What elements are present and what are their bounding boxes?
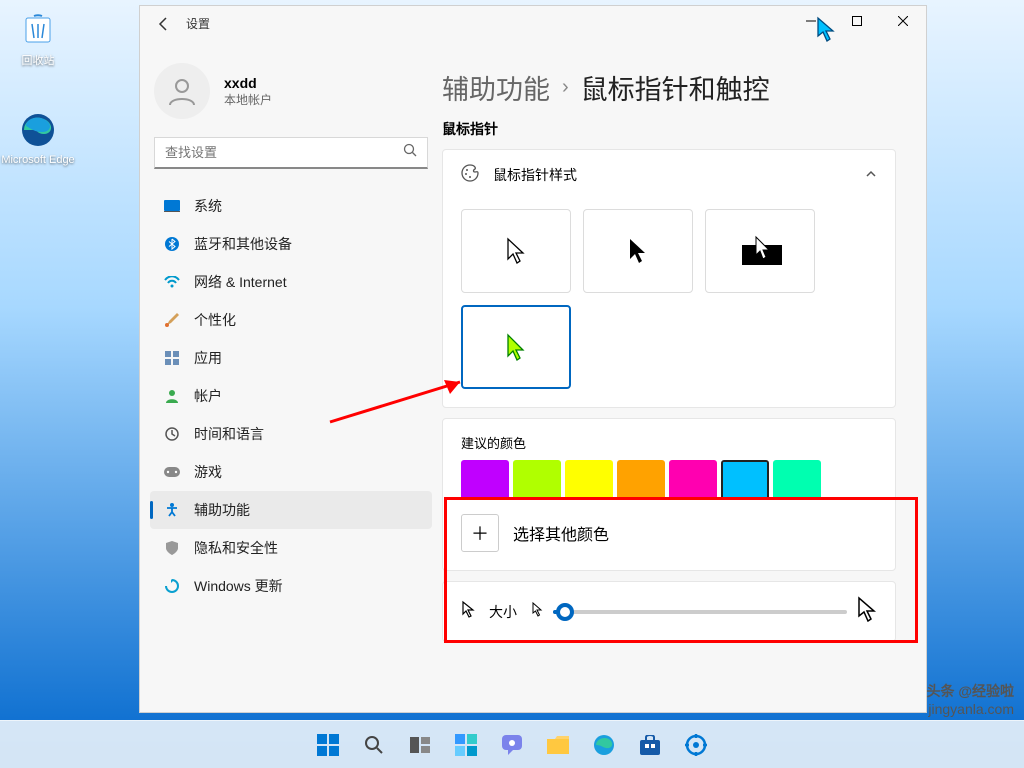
- account-name: xxdd: [224, 75, 272, 91]
- titlebar: 设置: [140, 6, 926, 48]
- desktop-icon-label: 回收站: [0, 52, 76, 68]
- wifi-icon: [164, 274, 180, 290]
- color-swatch-2[interactable]: [565, 460, 613, 500]
- desktop-icon-edge[interactable]: Microsoft Edge: [0, 110, 76, 166]
- size-slider[interactable]: [553, 610, 847, 614]
- content-area: 辅助功能 › 鼠标指针和触控 鼠标指针 鼠标指针样式: [442, 48, 926, 712]
- desktop-icon-label: Microsoft Edge: [0, 154, 76, 166]
- cursor-small-icon: [461, 600, 475, 623]
- breadcrumb-parent[interactable]: 辅助功能: [442, 68, 550, 107]
- breadcrumb-current: 鼠标指针和触控: [581, 68, 770, 107]
- chevron-right-icon: ›: [562, 76, 569, 99]
- pointer-size-card: 大小: [442, 581, 896, 642]
- gamepad-icon: [164, 464, 180, 480]
- color-swatches: [461, 460, 877, 500]
- nav-item-network[interactable]: 网络 & Internet: [150, 263, 432, 301]
- nav-item-personalize[interactable]: 个性化: [150, 301, 432, 339]
- person-icon: [164, 388, 180, 404]
- edge-icon: [18, 110, 58, 150]
- search-box[interactable]: [154, 137, 428, 169]
- avatar-icon: [154, 63, 210, 119]
- colors-label: 建议的颜色: [461, 433, 877, 452]
- color-swatch-4[interactable]: [669, 460, 717, 500]
- nav-list: 系统 蓝牙和其他设备 网络 & Internet 个性化 应用 帐户 时间和语言…: [146, 187, 436, 605]
- suggested-colors-card: 建议的颜色 ＋ 选择其他颜色: [442, 418, 896, 571]
- plus-icon: ＋: [461, 514, 499, 552]
- pointer-style-inverted[interactable]: [705, 209, 815, 293]
- nav-item-accessibility[interactable]: 辅助功能: [150, 491, 432, 529]
- pointer-style-black[interactable]: [583, 209, 693, 293]
- nav-item-time[interactable]: 时间和语言: [150, 415, 432, 453]
- maximize-button[interactable]: [834, 6, 880, 36]
- nav-item-bluetooth[interactable]: 蓝牙和其他设备: [150, 225, 432, 263]
- card-title: 鼠标指针样式: [493, 165, 577, 185]
- nav-item-privacy[interactable]: 隐私和安全性: [150, 529, 432, 567]
- desktop-icon-recycle-bin[interactable]: 回收站: [0, 8, 76, 68]
- color-swatch-1[interactable]: [513, 460, 561, 500]
- choose-other-color[interactable]: ＋ 选择其他颜色: [461, 514, 877, 552]
- back-button[interactable]: [156, 16, 172, 32]
- window-title: 设置: [186, 15, 210, 32]
- card-header[interactable]: 鼠标指针样式: [443, 150, 895, 199]
- nav-item-system[interactable]: 系统: [150, 187, 432, 225]
- taskbar-chat-button[interactable]: [492, 725, 532, 765]
- size-label: 大小: [489, 602, 517, 622]
- color-swatch-5[interactable]: [721, 460, 769, 500]
- account-block[interactable]: xxdd 本地帐户: [154, 63, 436, 119]
- taskbar-taskview-button[interactable]: [400, 725, 440, 765]
- update-icon: [164, 578, 180, 594]
- taskbar-start-button[interactable]: [308, 725, 348, 765]
- taskbar-settings-button[interactable]: [676, 725, 716, 765]
- system-icon: [164, 198, 180, 214]
- accessibility-icon: [164, 502, 180, 518]
- taskbar-store-button[interactable]: [630, 725, 670, 765]
- color-swatch-0[interactable]: [461, 460, 509, 500]
- clock-icon: [164, 426, 180, 442]
- search-icon: [403, 143, 417, 162]
- recycle-bin-icon: [18, 8, 58, 48]
- cursor-large-icon: [857, 596, 877, 627]
- taskbar-widgets-button[interactable]: [446, 725, 486, 765]
- color-swatch-6[interactable]: [773, 460, 821, 500]
- watermark: 头条 @经验啦 jingyanla.com: [926, 682, 1014, 718]
- cursor-small-icon: [531, 601, 543, 622]
- taskbar-explorer-button[interactable]: [538, 725, 578, 765]
- nav-item-accounts[interactable]: 帐户: [150, 377, 432, 415]
- bluetooth-icon: [164, 236, 180, 252]
- pointer-style-custom-color[interactable]: [461, 305, 571, 389]
- palette-icon: [461, 164, 479, 185]
- breadcrumb: 辅助功能 › 鼠标指针和触控: [442, 68, 896, 107]
- nav-item-apps[interactable]: 应用: [150, 339, 432, 377]
- taskbar: [0, 720, 1024, 768]
- section-header-pointer: 鼠标指针: [442, 119, 896, 139]
- settings-window: 设置 xxdd 本地帐户: [139, 5, 927, 713]
- account-type: 本地帐户: [224, 91, 272, 108]
- apps-icon: [164, 350, 180, 366]
- brush-icon: [164, 312, 180, 328]
- color-swatch-3[interactable]: [617, 460, 665, 500]
- sidebar: xxdd 本地帐户 系统 蓝牙和其他设备 网络 & Internet 个性化 应…: [140, 48, 442, 712]
- search-input[interactable]: [165, 145, 403, 160]
- pointer-style-card: 鼠标指针样式: [442, 149, 896, 408]
- taskbar-edge-button[interactable]: [584, 725, 624, 765]
- minimize-button[interactable]: [788, 6, 834, 36]
- close-button[interactable]: [880, 6, 926, 36]
- taskbar-search-button[interactable]: [354, 725, 394, 765]
- nav-item-gaming[interactable]: 游戏: [150, 453, 432, 491]
- chevron-up-icon: [865, 167, 877, 183]
- nav-item-update[interactable]: Windows 更新: [150, 567, 432, 605]
- pointer-style-white[interactable]: [461, 209, 571, 293]
- shield-icon: [164, 540, 180, 556]
